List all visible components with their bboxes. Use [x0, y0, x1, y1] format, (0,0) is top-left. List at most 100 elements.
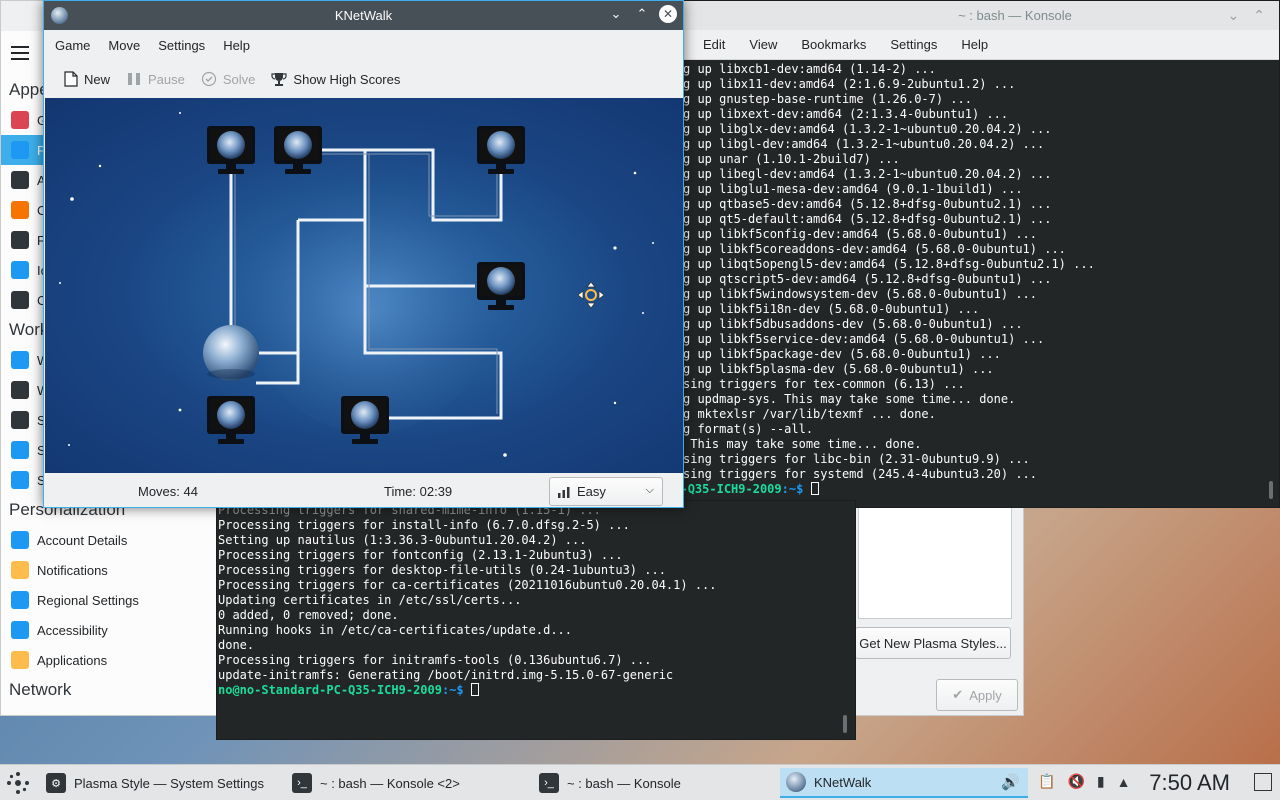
- terminal-line: g up libglx-dev:amd64 (1.3.2-1~ubuntu0.2…: [683, 122, 1052, 136]
- startup-icon: [11, 441, 29, 459]
- task-konsole[interactable]: ›_ ~ : bash — Konsole: [533, 768, 775, 798]
- sidebar-item-label: Notifications: [37, 562, 108, 578]
- computer-node[interactable]: [274, 126, 322, 174]
- menu-bookmarks[interactable]: Bookmarks: [789, 37, 878, 52]
- clock[interactable]: 7:50 AM: [1149, 770, 1230, 796]
- taskbar: ⚙ Plasma Style — System Settings ›_ ~ : …: [0, 764, 1280, 800]
- task-knetwalk[interactable]: KNetWalk 🔊: [780, 768, 1028, 798]
- terminal-line: sing triggers for libc-bin (2.31-0ubuntu…: [683, 452, 1030, 466]
- sidebar-item-label: Applications: [37, 652, 108, 668]
- moves-counter: Moves: 44: [138, 484, 198, 499]
- konsole-title: ~ : bash — Konsole: [958, 8, 1072, 23]
- terminal-line: g up libkf5windowsystem-dev (5.68.0-0ubu…: [683, 287, 1038, 301]
- menu-move[interactable]: Move: [99, 38, 149, 53]
- terminal-line: Running hooks in /etc/ca-certificates/up…: [218, 623, 573, 637]
- sidebar-item-label: Account Details: [37, 532, 128, 548]
- hamburger-menu-icon[interactable]: [11, 46, 29, 60]
- terminal-line: g up libegl-dev:amd64 (1.3.2-1~ubuntu0.2…: [683, 167, 1052, 181]
- sidebar-item[interactable]: Accessibility: [1, 615, 216, 645]
- game-board[interactable]: [45, 98, 683, 473]
- difficulty-select[interactable]: Easy ⌵: [549, 477, 663, 506]
- computer-node[interactable]: [207, 396, 255, 444]
- icons-icon: [11, 261, 29, 279]
- network-board: [59, 112, 654, 457]
- terminal-output-bottom[interactable]: Processing triggers for shared-mime-info…: [218, 503, 717, 698]
- window-management-icon: [11, 381, 29, 399]
- terminal-line: g up libkf5coreaddons-dev:amd64 (5.68.0-…: [683, 242, 1066, 256]
- shortcuts-icon: [11, 411, 29, 429]
- terminal-line: g up qtscript5-dev:amd64 (5.12.8+dfsg-0u…: [683, 272, 1052, 286]
- settings-icon: ⚙: [46, 773, 66, 793]
- server-globe[interactable]: [203, 325, 259, 381]
- konsole-window-bottom: Processing triggers for shared-mime-info…: [216, 500, 856, 740]
- audio-muted-icon[interactable]: 🔇: [1067, 773, 1084, 790]
- task-system-settings[interactable]: ⚙ Plasma Style — System Settings: [40, 768, 278, 798]
- speaker-icon[interactable]: 🔊: [1001, 773, 1020, 791]
- terminal-line: Processing triggers for ca-certificates …: [218, 578, 717, 592]
- close-icon[interactable]: ✕: [659, 5, 677, 23]
- konsole-titlebar[interactable]: ~ : bash — Konsole ⌄ ⌃: [601, 1, 1279, 30]
- solve-button[interactable]: Solve: [193, 65, 264, 93]
- menu-help[interactable]: Help: [214, 38, 259, 53]
- terminal-line: sing triggers for tex-common (6.13) ...: [683, 377, 965, 391]
- menu-edit[interactable]: Edit: [691, 37, 737, 52]
- check-icon: ✔: [952, 687, 964, 702]
- get-new-plasma-styles-button[interactable]: Get New Plasma Styles...: [855, 627, 1011, 659]
- battery-icon[interactable]: ▮: [1097, 773, 1105, 790]
- show-desktop-icon[interactable]: [1254, 773, 1272, 791]
- menu-view[interactable]: View: [737, 37, 789, 52]
- terminal-line: g up libxext-dev:amd64 (2:1.3.4-0ubuntu1…: [683, 107, 1009, 121]
- maximize-chevron-up-icon[interactable]: ⌃: [633, 5, 651, 23]
- scrollbar-handle[interactable]: [843, 715, 847, 733]
- high-scores-label: Show High Scores: [293, 71, 401, 87]
- application-style-icon: [11, 171, 29, 189]
- sidebar-item[interactable]: Applications: [1, 645, 216, 675]
- application-launcher[interactable]: [2, 768, 36, 798]
- new-game-button[interactable]: New: [56, 65, 118, 93]
- minimize-chevron-down-icon[interactable]: ⌄: [607, 5, 625, 23]
- chevron-down-icon: ⌵: [645, 484, 654, 496]
- terminal-line: g up libkf5config-dev:amd64 (5.68.0-0ubu…: [683, 227, 1038, 241]
- sidebar-item[interactable]: Account Details: [1, 525, 216, 555]
- window-behavior-icon: [11, 351, 29, 369]
- terminal-line: done.: [218, 638, 255, 652]
- clipboard-icon[interactable]: 📋: [1038, 773, 1055, 790]
- apply-button[interactable]: ✔ Apply: [936, 679, 1018, 711]
- check-circle-icon: [201, 71, 216, 87]
- terminal-line: Processing triggers for desktop-file-uti…: [218, 563, 666, 577]
- menu-help[interactable]: Help: [949, 37, 1000, 52]
- terminal-line: g up unar (1.10.1-2build7) ...: [683, 152, 900, 166]
- pause-button[interactable]: Pause: [118, 65, 193, 93]
- chevron-up-icon[interactable]: ⌃: [1253, 7, 1265, 24]
- terminal-line: g up libx11-dev:amd64 (2:1.6.9-2ubuntu1.…: [683, 77, 1016, 91]
- fonts-icon: [11, 231, 29, 249]
- terminal-line: This may take some time... done.: [683, 437, 922, 451]
- computer-node[interactable]: [341, 396, 389, 444]
- terminal-line: g up libxcb1-dev:amd64 (1.14-2) ...: [683, 62, 936, 76]
- sidebar-item[interactable]: Notifications: [1, 555, 216, 585]
- computer-node[interactable]: [477, 126, 525, 174]
- computer-node[interactable]: [207, 126, 255, 174]
- text-cursor: [810, 482, 819, 495]
- terminal-line: g up qt5-default:amd64 (5.12.8+dfsg-0ubu…: [683, 212, 1052, 226]
- difficulty-value: Easy: [577, 484, 606, 499]
- scrollbar-handle[interactable]: [1269, 481, 1273, 499]
- tray-expand-chevron-up-icon[interactable]: ▲: [1117, 774, 1131, 790]
- terminal-line: g format(s) --all.: [683, 422, 814, 436]
- terminal-line: g up libqt5opengl5-dev:amd64 (5.12.8+dfs…: [683, 257, 1095, 271]
- palette-icon: [11, 111, 29, 129]
- task-konsole-2[interactable]: ›_ ~ : bash — Konsole <2>: [286, 768, 526, 798]
- sidebar-item[interactable]: Regional Settings: [1, 585, 216, 615]
- star-icon: [11, 651, 29, 669]
- menu-settings[interactable]: Settings: [878, 37, 949, 52]
- knetwalk-titlebar[interactable]: KNetWalk ⌄ ⌃ ✕: [44, 1, 683, 30]
- colors-icon: [11, 201, 29, 219]
- menu-settings[interactable]: Settings: [149, 38, 214, 53]
- knetwalk-app-icon[interactable]: [51, 7, 68, 24]
- style-preview-panel: [858, 501, 1012, 619]
- show-high-scores-button[interactable]: Show High Scores: [263, 65, 408, 93]
- menu-game[interactable]: Game: [46, 38, 99, 53]
- chevron-down-icon[interactable]: ⌄: [1228, 7, 1240, 24]
- konsole-terminal-top[interactable]: g up libxcb1-dev:amd64 (1.14-2) ... g up …: [601, 60, 1279, 507]
- prompt-path: :~$: [781, 482, 804, 496]
